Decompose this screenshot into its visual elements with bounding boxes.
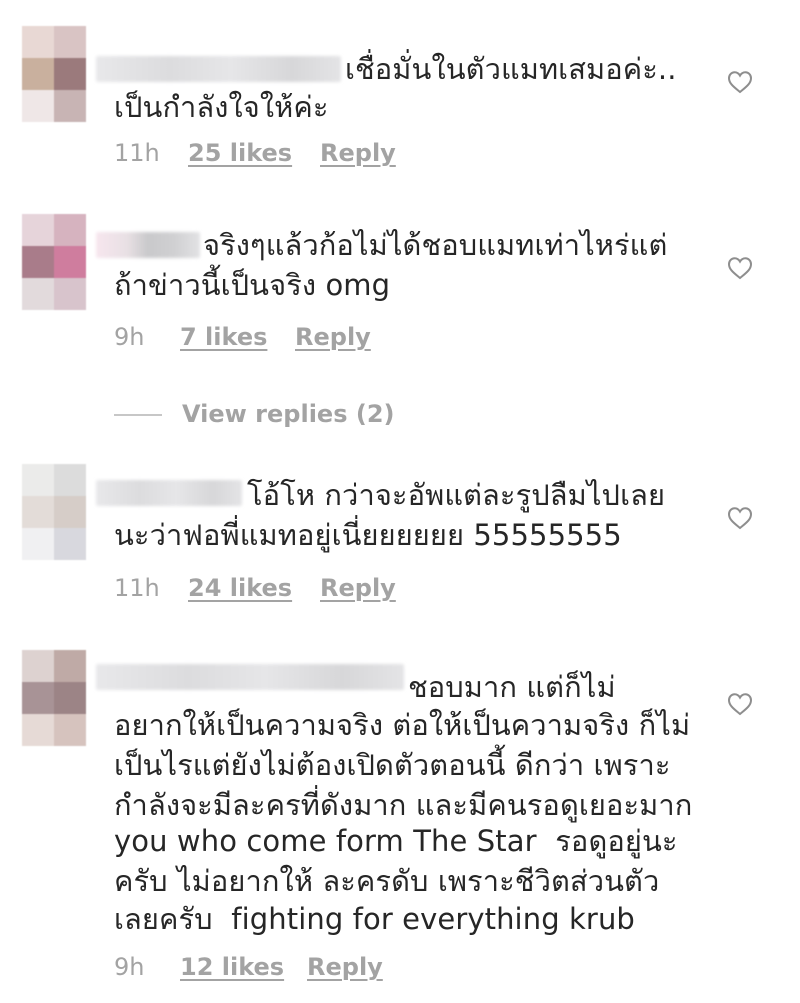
- comment-time: 11h: [114, 139, 160, 167]
- view-replies-divider: [114, 414, 162, 416]
- reply-button[interactable]: Reply: [307, 952, 383, 982]
- heart-outline-icon[interactable]: [727, 256, 753, 280]
- comment-text-line: เป็นกำลังใจให้ค่ะ: [114, 90, 329, 124]
- comment-time: 9h: [114, 323, 145, 351]
- likes-link[interactable]: 25 likes: [188, 138, 292, 168]
- comment-time: 11h: [114, 574, 160, 602]
- avatar[interactable]: [22, 26, 86, 122]
- comment-text-line: ชอบมาก แต่ก็ไม่: [408, 670, 616, 704]
- username-blurred[interactable]: [96, 480, 242, 506]
- reply-button[interactable]: Reply: [320, 573, 396, 603]
- likes-link[interactable]: 12 likes: [180, 952, 284, 982]
- comment-text-line: นะว่าฟอพี่แมทอยู่เนี่ยยยยยย 55555555: [114, 518, 622, 552]
- comment-text-line: you who come form The Star รอดูอยู่นะ: [114, 824, 678, 858]
- heart-outline-icon[interactable]: [727, 70, 753, 94]
- comment-text-line: อยากให้เป็นความจริง ต่อให้เป็นความจริง ก…: [114, 708, 691, 742]
- reply-button[interactable]: Reply: [295, 322, 371, 352]
- username-blurred[interactable]: [96, 56, 341, 82]
- likes-link[interactable]: 24 likes: [188, 573, 292, 603]
- comment-text-line: เลยครับ fighting for everything krub: [114, 902, 635, 936]
- username-blurred[interactable]: [96, 232, 200, 258]
- comment-text-line: เป็นไรแต่ยังไม่ต้องเปิดตัวตอนนี้ ดีกว่า …: [114, 748, 671, 782]
- view-replies-button[interactable]: View replies (2): [182, 398, 394, 430]
- avatar[interactable]: [22, 650, 86, 746]
- reply-button[interactable]: Reply: [320, 138, 396, 168]
- comment-time: 9h: [114, 953, 145, 981]
- avatar[interactable]: [22, 214, 86, 310]
- comment-text-line: ถ้าข่าวนี้เป็นจริง omg: [114, 268, 391, 302]
- comment-text-line: จริงๆแล้วก้อไม่ได้ชอบแมทเท่าไหร่แต่: [203, 228, 668, 262]
- username-blurred[interactable]: [96, 664, 404, 690]
- avatar[interactable]: [22, 464, 86, 560]
- comment-text-line: ครับ ไม่อยากให้ ละครดับ เพราะชีวิตส่วนตั…: [114, 864, 660, 898]
- heart-outline-icon[interactable]: [727, 506, 753, 530]
- heart-outline-icon[interactable]: [727, 692, 753, 716]
- comment-text-line: โอ้โห กว่าจะอัพแต่ละรูปลืมไปเลย: [247, 478, 666, 512]
- likes-link[interactable]: 7 likes: [180, 322, 267, 352]
- comment-text-line: เชื่อมั่นในตัวแมทเสมอค่ะ..: [345, 52, 677, 86]
